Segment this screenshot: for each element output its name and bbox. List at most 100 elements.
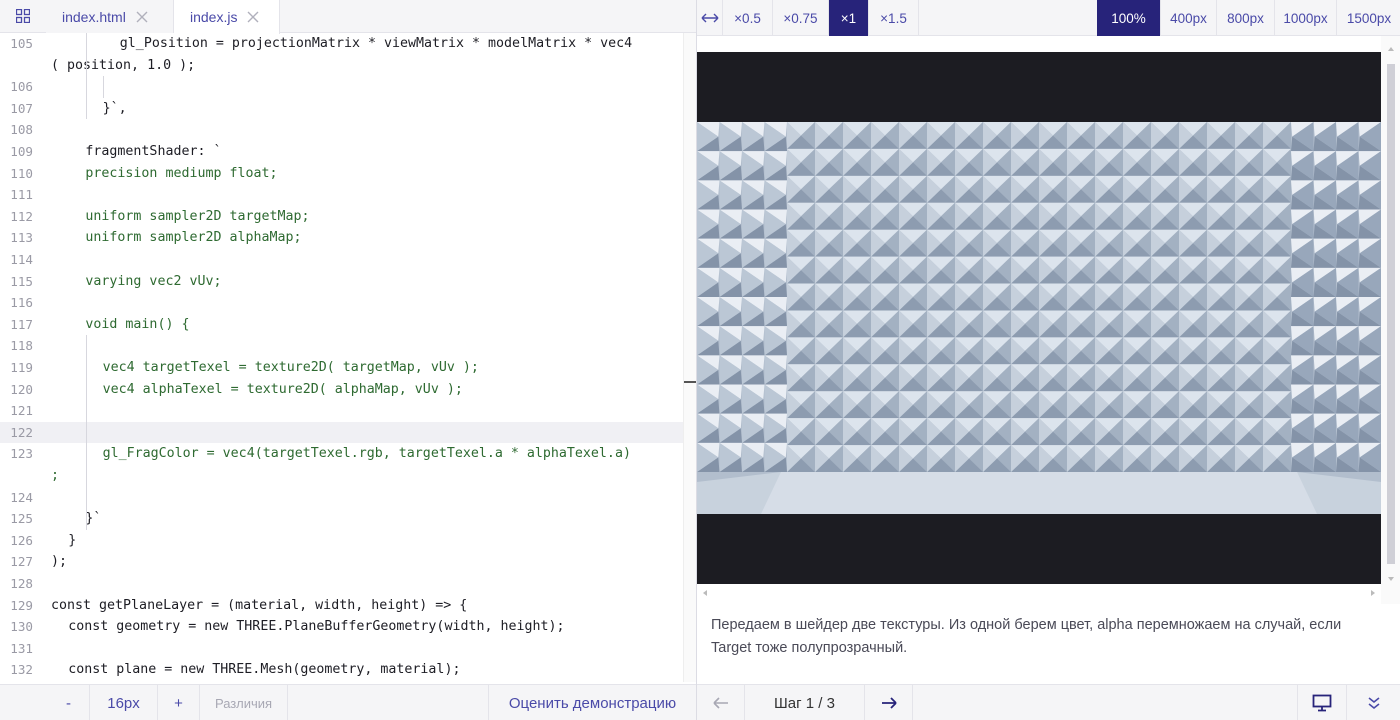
code-line[interactable]: 117 void main() { xyxy=(0,314,683,336)
code-text: ); xyxy=(51,554,68,570)
code-text: const geometry = new THREE.PlaneBufferGe… xyxy=(68,619,565,635)
line-number: 124 xyxy=(10,489,33,505)
code-text: gl_Position = projectionMatrix * viewMat… xyxy=(119,36,633,51)
preview-scrollbar[interactable] xyxy=(1381,36,1400,604)
diff-button[interactable]: Различия xyxy=(200,685,288,720)
next-step-button[interactable] xyxy=(865,685,913,720)
line-number: 130 xyxy=(10,619,33,635)
code-line[interactable]: 116 xyxy=(0,292,683,314)
code-text: const getPlaneLayer = (material, width, … xyxy=(51,597,468,613)
preview-horizontal-scrollbar[interactable] xyxy=(697,586,1381,600)
code-line[interactable]: 131 xyxy=(0,638,683,660)
resize-toggle-button[interactable] xyxy=(697,0,723,36)
code-line[interactable]: 127); xyxy=(0,551,683,573)
indent-guide xyxy=(103,76,104,98)
code-line[interactable]: 108 xyxy=(0,119,683,141)
rate-demo-button[interactable]: Оценить демонстрацию xyxy=(488,685,696,720)
arrow-right-icon xyxy=(881,697,897,709)
code-line[interactable]: 105 gl_Position = projectionMatrix * view… xyxy=(0,33,683,55)
code-line[interactable]: 120 vec4 alphaTexel = texture2D( alphaMap… xyxy=(0,379,683,401)
line-number: 122 xyxy=(10,424,33,440)
scale-button[interactable]: ×1 xyxy=(829,0,869,36)
code-text: vec4 targetTexel = texture2D( targetMap,… xyxy=(102,360,479,375)
scale-button[interactable]: ×1.5 xyxy=(869,0,919,36)
line-number: 116 xyxy=(10,295,33,311)
arrow-left-icon xyxy=(712,697,728,709)
code-line[interactable]: 107}`, xyxy=(0,98,683,120)
preview-pane: ×0.5 ×0.75 ×1 ×1.5 100% 400px 800px 1000px 1500p… xyxy=(696,0,1400,720)
increase-font-button[interactable]: + xyxy=(158,685,200,720)
line-number: 132 xyxy=(10,662,33,678)
tab-index-js[interactable]: index.js xyxy=(174,0,280,34)
code-text: const plane = new THREE.Mesh(geometry, m… xyxy=(68,662,461,678)
line-number: 121 xyxy=(10,403,33,419)
code-line[interactable]: 128 xyxy=(0,573,683,595)
horizontal-arrows-icon xyxy=(701,13,718,23)
code-line[interactable]: 118 xyxy=(0,335,683,357)
decrease-font-button[interactable]: - xyxy=(48,685,90,720)
expand-panel-button[interactable] xyxy=(1347,685,1400,720)
code-line[interactable]: 125}` xyxy=(0,508,683,530)
font-size-value: 16px xyxy=(90,685,158,720)
code-line[interactable]: 113 uniform sampler2D alphaMap; xyxy=(0,227,683,249)
code-text: gl_FragColor = vec4(targetTexel.rgb, tar… xyxy=(102,446,631,462)
line-number: 110 xyxy=(10,165,33,181)
code-line[interactable]: 119 vec4 targetTexel = texture2D( targetM… xyxy=(0,357,683,379)
preview-stage[interactable] xyxy=(697,36,1381,586)
code-line[interactable]: ; xyxy=(0,465,683,487)
code-line[interactable]: 130 const geometry = new THREE.PlaneBuffe… xyxy=(0,616,683,638)
width-button[interactable]: 1000px xyxy=(1275,0,1337,36)
code-text: precision mediump float; xyxy=(85,165,278,181)
double-chevron-down-icon xyxy=(1368,697,1380,710)
code-line[interactable]: 132 const plane = new THREE.Mesh(geometry… xyxy=(0,659,683,681)
width-button[interactable]: 1500px xyxy=(1337,0,1400,36)
code-line[interactable]: 129 const getPlaneLayer = (material, widt… xyxy=(0,595,683,617)
indent-guide xyxy=(86,33,87,119)
prev-step-button[interactable] xyxy=(697,685,745,720)
line-number: 127 xyxy=(10,554,33,570)
line-number: 131 xyxy=(10,640,33,656)
code-line[interactable]: 110 precision mediump float; xyxy=(0,163,683,185)
editor-scrollbar[interactable] xyxy=(683,33,697,682)
editor-tab-bar: index.html index.js xyxy=(0,0,696,34)
code-line[interactable]: 124 xyxy=(0,487,683,509)
width-button[interactable]: 100% xyxy=(1097,0,1161,36)
preview-footer: Шаг 1 / 3 xyxy=(697,684,1400,720)
line-number: 112 xyxy=(10,208,33,224)
code-line[interactable]: 114 xyxy=(0,249,683,271)
monitor-icon xyxy=(1312,694,1332,712)
tab-label: index.html xyxy=(62,8,126,25)
present-mode-button[interactable] xyxy=(1297,685,1347,720)
grid-icon xyxy=(16,9,30,23)
code-line[interactable]: 115 varying vec2 vUv; xyxy=(0,271,683,293)
code-text: uniform sampler2D targetMap; xyxy=(85,208,310,224)
code-line[interactable]: 126} xyxy=(0,530,683,552)
preview-toolbar: ×0.5 ×0.75 ×1 ×1.5 100% 400px 800px 1000px 1500p… xyxy=(697,0,1400,36)
scale-button[interactable]: ×0.5 xyxy=(723,0,773,36)
code-line[interactable]: 122 xyxy=(0,421,683,444)
line-number: 108 xyxy=(10,122,33,138)
line-number: 111 xyxy=(10,187,33,203)
code-line[interactable]: 121 xyxy=(0,400,683,422)
code-text: ( position, 1.0 ); xyxy=(51,57,196,73)
code-line[interactable]: 123 gl_FragColor = vec4(targetTexel.rgb, … xyxy=(0,443,683,465)
code-text: vec4 alphaTexel = texture2D( alphaMap, v… xyxy=(102,381,463,397)
close-tab-button[interactable] xyxy=(135,10,149,24)
code-text: uniform sampler2D alphaMap; xyxy=(85,230,302,246)
scale-button[interactable]: ×0.75 xyxy=(773,0,829,36)
width-button[interactable]: 800px xyxy=(1217,0,1275,36)
stage-letterbox-top xyxy=(697,52,1381,122)
step-description: Передаем в шейдер две текстуры. Из одной… xyxy=(711,617,1342,656)
indent-guide xyxy=(86,486,87,530)
code-line[interactable]: 112 uniform sampler2D targetMap; xyxy=(0,206,683,228)
tab-index-html[interactable]: index.html xyxy=(46,0,174,33)
code-line[interactable]: 109 fragmentShader: ` xyxy=(0,141,683,163)
width-button[interactable]: 400px xyxy=(1161,0,1217,36)
close-tab-button[interactable] xyxy=(246,10,260,24)
menu-button[interactable] xyxy=(0,0,46,32)
code-area[interactable]: 132 const plane = new THREE.Mesh(geometry… xyxy=(0,33,683,682)
step-indicator: Шаг 1 / 3 xyxy=(745,685,865,720)
line-number: 109 xyxy=(10,144,33,159)
code-line[interactable]: 111 xyxy=(0,184,683,206)
code-line[interactable]: ( position, 1.0 ); xyxy=(0,55,683,77)
